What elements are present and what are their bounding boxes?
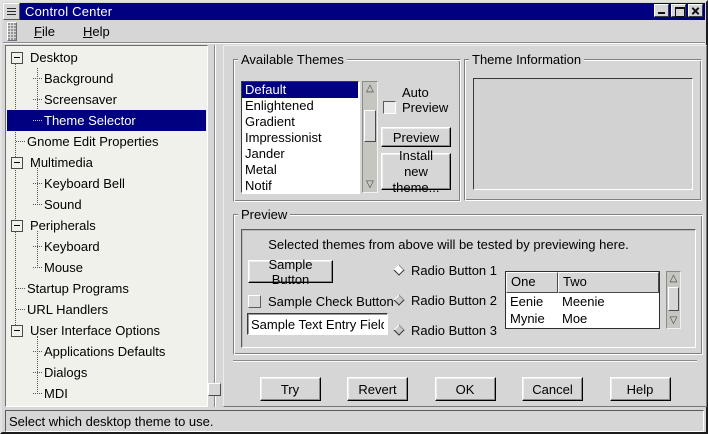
theme-item-impressionist[interactable]: Impressionist — [242, 130, 358, 146]
tree-item-desktop[interactable]: Desktop — [7, 47, 206, 68]
preview-button[interactable]: Preview — [381, 127, 451, 147]
table-header-two[interactable]: Two — [558, 272, 659, 293]
theme-item-gradient[interactable]: Gradient — [242, 114, 358, 130]
theme-list[interactable]: Default Enlightened Gradient Impressioni… — [241, 81, 359, 193]
tree-item-gnome-edit-properties[interactable]: Gnome Edit Properties — [7, 131, 206, 152]
revert-button[interactable]: Revert — [347, 377, 408, 401]
expander-minus-icon[interactable] — [11, 325, 23, 337]
pane-splitter — [208, 45, 222, 407]
theme-information-box — [473, 78, 693, 190]
table-row[interactable]: Eenie Meenie — [506, 293, 659, 310]
auto-preview-checkbox[interactable] — [383, 101, 396, 114]
sample-table[interactable]: One Two Eenie Meenie Mynie Moe — [505, 271, 660, 329]
tree-item-peripherals[interactable]: Peripherals — [7, 215, 206, 236]
status-text: Select which desktop theme to use. — [9, 414, 214, 429]
expander-minus-icon[interactable] — [11, 52, 23, 64]
close-button[interactable] — [688, 4, 703, 17]
theme-item-jander[interactable]: Jander — [242, 146, 358, 162]
tree-item-user-interface-options[interactable]: User Interface Options — [7, 320, 206, 341]
titlebar: Control Center — [3, 3, 705, 20]
sample-button[interactable]: Sample Button — [248, 260, 333, 283]
radio-button-2[interactable]: Radio Button 2 — [395, 293, 497, 307]
action-buttons: Try Revert OK Cancel Help — [233, 377, 697, 402]
group-title: Theme Information — [469, 52, 584, 67]
auto-preview-label: Auto Preview — [402, 85, 458, 115]
cancel-button[interactable]: Cancel — [522, 377, 583, 401]
preview-caption: Selected themes from above will be teste… — [242, 237, 655, 252]
radio-button-1[interactable]: Radio Button 1 — [395, 263, 497, 277]
theme-item-enlightened[interactable]: Enlightened — [242, 98, 358, 114]
tree-item-mouse[interactable]: Mouse — [7, 257, 206, 278]
action-separator — [233, 360, 697, 362]
tree-item-theme-selector[interactable]: Theme Selector — [7, 110, 206, 131]
scroll-down-icon[interactable]: ▽ — [667, 314, 680, 328]
ok-button[interactable]: OK — [435, 377, 496, 401]
scrollbar-thumb[interactable] — [668, 287, 679, 311]
tree-item-dialogs[interactable]: Dialogs — [7, 362, 206, 383]
sample-table-scrollbar[interactable]: △ ▽ — [666, 271, 681, 329]
theme-item-metal[interactable]: Metal — [242, 162, 358, 178]
control-center-window: Control Center File Help Desktop Bac — [0, 0, 708, 434]
preview-group: Preview Selected themes from above will … — [233, 214, 703, 355]
tree-item-url-handlers[interactable]: URL Handlers — [7, 299, 206, 320]
tree-item-sound[interactable]: Sound — [7, 194, 206, 215]
tree-item-applications-defaults[interactable]: Applications Defaults — [7, 341, 206, 362]
sample-check-label: Sample Check Button — [268, 294, 394, 309]
maximize-button[interactable] — [671, 4, 686, 17]
window-menu-icon — [7, 8, 16, 17]
tree-item-background[interactable]: Background — [7, 68, 206, 89]
theme-item-default[interactable]: Default — [242, 82, 358, 98]
tree-item-screensaver[interactable]: Screensaver — [7, 89, 206, 110]
minimize-button[interactable] — [654, 4, 669, 17]
install-new-theme-button[interactable]: Install new theme... — [381, 153, 451, 190]
expander-minus-icon[interactable] — [11, 220, 23, 232]
theme-item-notif[interactable]: Notif — [242, 178, 358, 193]
theme-information-group: Theme Information — [464, 59, 702, 201]
pane-splitter-handle[interactable] — [208, 383, 221, 396]
try-button[interactable]: Try — [260, 377, 321, 401]
radio-diamond-icon[interactable] — [393, 324, 404, 335]
menu-help[interactable]: Help — [75, 22, 118, 41]
tree-item-multimedia[interactable]: Multimedia — [7, 152, 206, 173]
titlebar-drag-area[interactable]: Control Center — [20, 3, 705, 20]
expander-minus-icon[interactable] — [11, 157, 23, 169]
status-bar: Select which desktop theme to use. — [5, 410, 704, 432]
menu-drag-handle[interactable] — [7, 22, 17, 41]
sample-text-entry[interactable] — [247, 313, 388, 335]
window-title: Control Center — [25, 4, 112, 19]
help-button[interactable]: Help — [610, 377, 671, 401]
tree-item-startup-programs[interactable]: Startup Programs — [7, 278, 206, 299]
theme-selector-panel: Available Themes Default Enlightened Gra… — [223, 45, 707, 407]
group-title: Available Themes — [238, 52, 347, 67]
preview-frame: Selected themes from above will be teste… — [241, 229, 696, 348]
window-menu-button[interactable] — [3, 3, 20, 20]
available-themes-group: Available Themes Default Enlightened Gra… — [233, 59, 461, 202]
tree-item-keyboard[interactable]: Keyboard — [7, 236, 206, 257]
table-row[interactable]: Mynie Moe — [506, 310, 659, 327]
group-title: Preview — [238, 207, 290, 222]
tree-item-keyboard-bell[interactable]: Keyboard Bell — [7, 173, 206, 194]
theme-list-scrollbar[interactable]: △ ▽ — [362, 81, 378, 193]
tree-item-mdi[interactable]: MDI — [7, 383, 206, 404]
scroll-down-icon[interactable]: ▽ — [363, 178, 377, 192]
category-tree: Desktop Background Screensaver Theme Sel… — [5, 45, 208, 407]
table-header-one[interactable]: One — [506, 272, 558, 293]
menu-file[interactable]: File — [26, 22, 63, 41]
radio-diamond-icon[interactable] — [393, 264, 404, 275]
radio-diamond-icon[interactable] — [393, 294, 404, 305]
radio-button-3[interactable]: Radio Button 3 — [395, 323, 497, 337]
sample-checkbox[interactable] — [248, 295, 261, 308]
scrollbar-thumb[interactable] — [364, 110, 376, 142]
scroll-up-icon[interactable]: △ — [363, 82, 377, 96]
scroll-up-icon[interactable]: △ — [667, 272, 680, 286]
menubar: File Help — [3, 20, 705, 43]
